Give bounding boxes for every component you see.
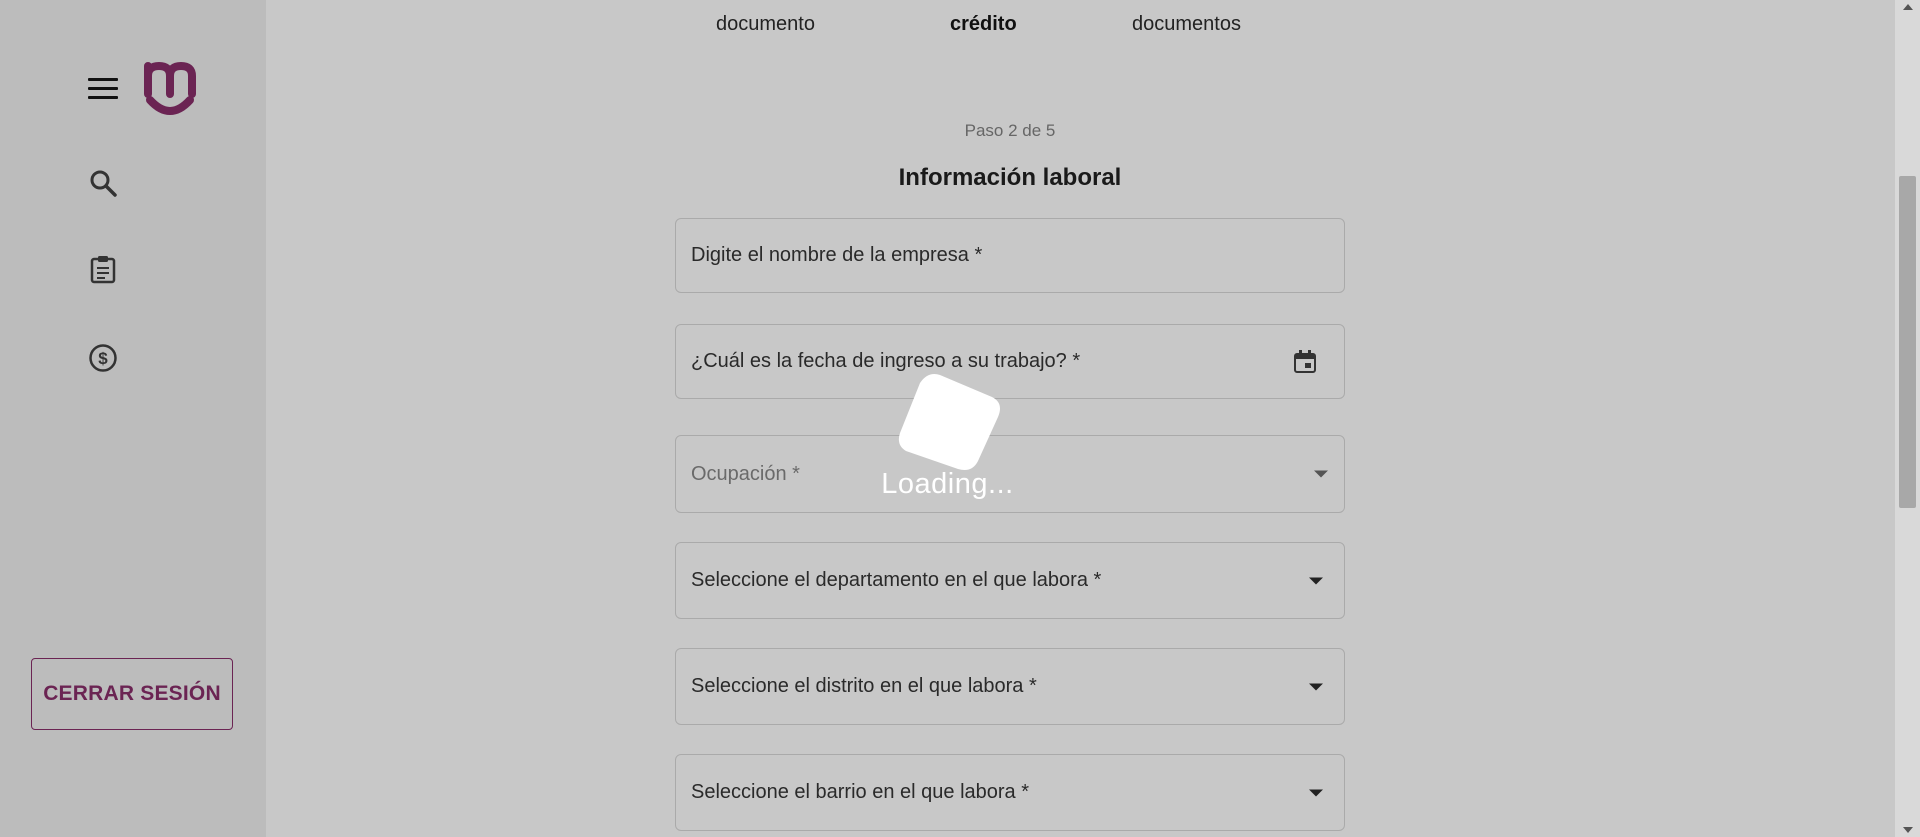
calendar-icon[interactable] <box>1292 349 1318 375</box>
company-name-field[interactable]: Digite el nombre de la empresa * <box>675 218 1345 293</box>
occupation-label: Ocupación * <box>691 462 800 485</box>
chevron-down-icon <box>1309 577 1323 584</box>
step-counter: Paso 2 de 5 <box>964 121 1056 140</box>
brand-logo-icon[interactable] <box>142 60 198 120</box>
loading-text: Loading... <box>881 468 1014 500</box>
district-label: Seleccione el distrito en el que labora … <box>691 675 1037 697</box>
hamburger-menu-icon[interactable] <box>88 78 118 102</box>
step-3-label: documentos <box>1132 13 1241 35</box>
sidebar: $ CERRAR SESIÓN <box>0 0 266 837</box>
search-icon[interactable] <box>88 168 118 198</box>
section-title: Información laboral <box>898 164 1122 191</box>
step-1-label: documento <box>716 13 815 35</box>
scroll-up-icon[interactable] <box>1903 4 1913 10</box>
scroll-down-icon[interactable] <box>1903 827 1913 833</box>
neighborhood-select[interactable]: Seleccione el barrio en el que labora * <box>675 754 1345 831</box>
step-2-label: crédito <box>950 13 1017 35</box>
district-select[interactable]: Seleccione el distrito en el que labora … <box>675 648 1345 725</box>
chevron-down-icon <box>1309 683 1323 690</box>
department-label: Seleccione el departamento en el que lab… <box>691 569 1102 591</box>
chevron-down-icon <box>1314 470 1328 478</box>
logout-button[interactable]: CERRAR SESIÓN <box>31 658 233 730</box>
svg-text:$: $ <box>98 349 108 368</box>
clipboard-icon[interactable] <box>88 254 118 284</box>
department-select[interactable]: Seleccione el departamento en el que lab… <box>675 542 1345 619</box>
chevron-down-icon <box>1309 789 1323 796</box>
scroll-thumb[interactable] <box>1899 176 1916 508</box>
scrollbar[interactable] <box>1895 0 1920 837</box>
company-name-label: Digite el nombre de la empresa * <box>691 244 983 266</box>
neighborhood-label: Seleccione el barrio en el que labora * <box>691 781 1029 803</box>
dollar-coin-icon[interactable]: $ <box>88 343 118 373</box>
